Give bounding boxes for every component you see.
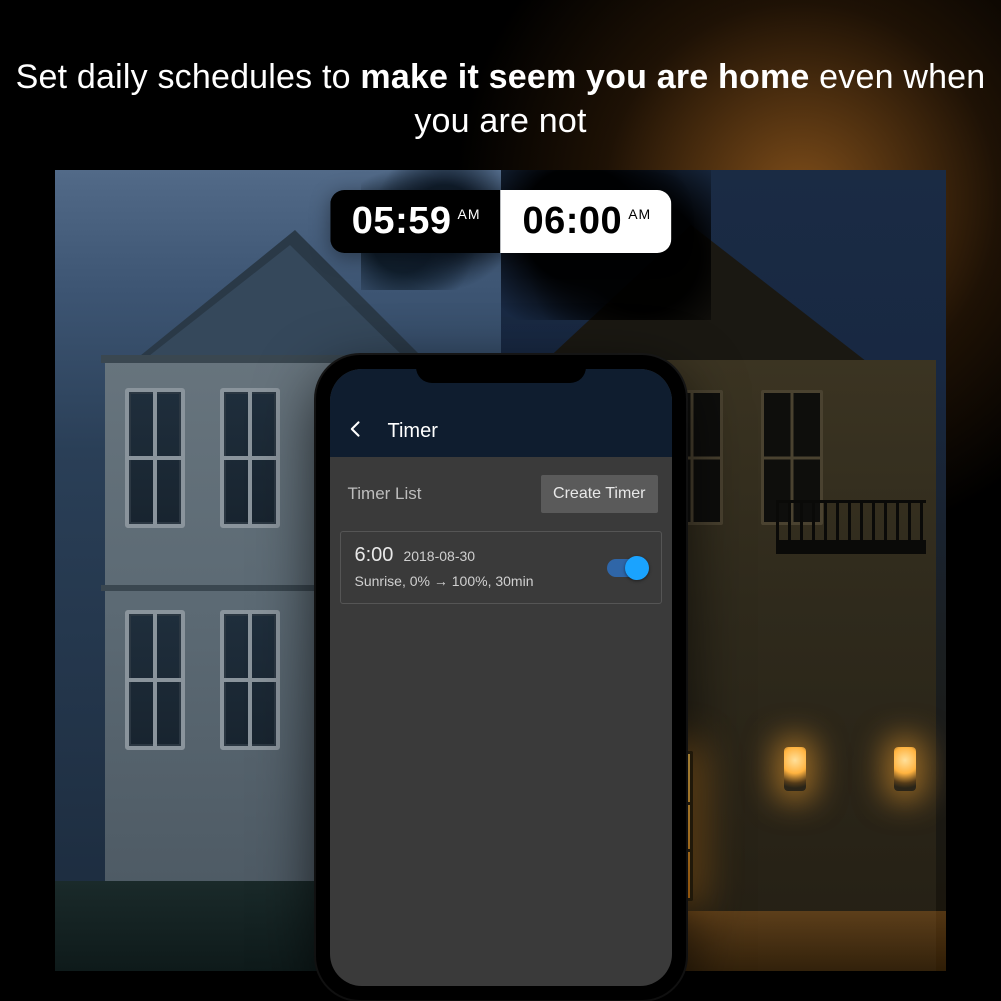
time-after-ampm: AM bbox=[628, 206, 651, 222]
time-badge-before: 05:59 AM bbox=[330, 190, 501, 253]
time-badges: 05:59 AM 06:00 AM bbox=[330, 190, 671, 253]
timer-toggle[interactable] bbox=[607, 559, 647, 577]
phone-notch bbox=[416, 355, 586, 383]
create-timer-button[interactable]: Create Timer bbox=[541, 475, 657, 513]
time-badge-after: 06:00 AM bbox=[501, 190, 672, 253]
timer-list-header: Timer List Create Timer bbox=[330, 457, 672, 527]
timer-item[interactable]: 6:00 2018-08-30 Sunrise, 0% → 100%, 30mi… bbox=[340, 531, 662, 604]
timer-list-label: Timer List bbox=[348, 484, 422, 504]
phone-screen: Timer Timer List Create Timer 6:00 2018-… bbox=[330, 369, 672, 986]
headline-bold: make it seem you are home bbox=[360, 58, 809, 96]
time-after-value: 06:00 bbox=[523, 200, 623, 243]
time-before-value: 05:59 bbox=[352, 200, 452, 243]
headline-part1: Set daily schedules to bbox=[16, 58, 361, 96]
timer-date: 2018-08-30 bbox=[403, 548, 475, 564]
timer-description: Sunrise, 0% → 100%, 30min bbox=[355, 573, 647, 589]
back-icon[interactable] bbox=[346, 419, 366, 443]
timer-time: 6:00 bbox=[355, 544, 394, 567]
app-title: Timer bbox=[388, 420, 438, 443]
toggle-knob bbox=[625, 556, 649, 580]
headline: Set daily schedules to make it seem you … bbox=[0, 55, 1001, 143]
time-before-ampm: AM bbox=[458, 206, 481, 222]
phone-frame: Timer Timer List Create Timer 6:00 2018-… bbox=[316, 355, 686, 1000]
